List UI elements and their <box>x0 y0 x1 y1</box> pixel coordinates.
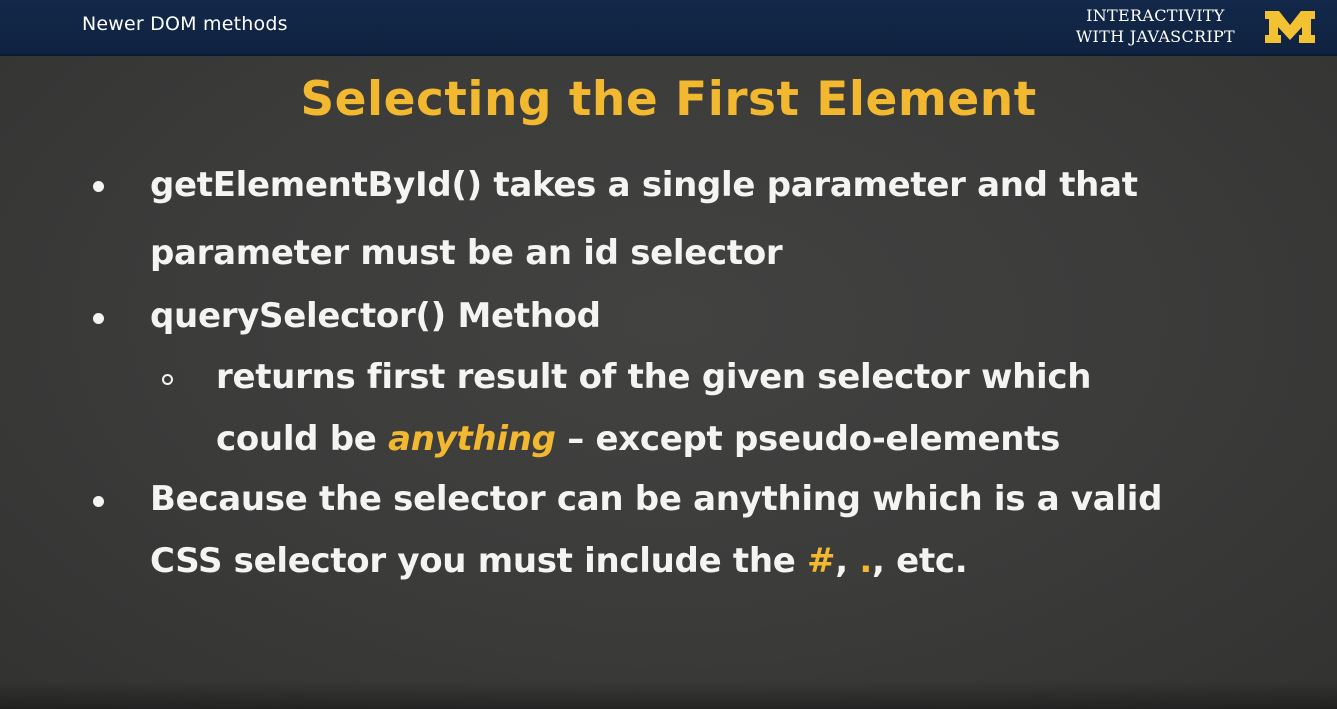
bullet-2-line1: querySelector() Method <box>150 296 601 336</box>
sub-bullet-line2-after: – except pseudo-elements <box>555 419 1061 459</box>
slide-title: Selecting the First Element <box>300 72 1037 127</box>
university-logo <box>1265 11 1315 43</box>
bullet-3-line2: CSS selector you must include the #, ., … <box>150 541 968 581</box>
bullet-1-line1: getElementById() takes a single paramete… <box>150 165 1138 205</box>
bullet-3-line2-after: , etc. <box>872 541 968 581</box>
bullet-2-marker <box>93 313 104 324</box>
course-title-line1: INTERACTIVITY <box>1086 6 1225 25</box>
comma-separator: , <box>835 541 860 581</box>
block-m-logo-icon <box>1265 11 1315 43</box>
course-title-line2: WITH JAVASCRIPT <box>1075 27 1235 46</box>
bullet-1-marker <box>93 181 104 192</box>
sub-bullet-line1: returns first result of the given select… <box>216 357 1092 397</box>
sub-bullet-line2: could be anything – except pseudo-elemen… <box>216 419 1060 459</box>
dot-symbol: . <box>859 541 873 581</box>
section-title: Newer DOM methods <box>82 13 288 35</box>
sub-bullet-line2-before: could be <box>216 419 389 459</box>
bullet-3-line1: Because the selector can be anything whi… <box>150 479 1163 519</box>
bottom-shade <box>0 681 1337 709</box>
emphasis-anything: anything <box>388 419 556 459</box>
bullet-3-marker <box>93 496 104 507</box>
header-bar: Newer DOM methods INTERACTIVITY WITH JAV… <box>0 0 1337 56</box>
bullet-1-line2: parameter must be an id selector <box>150 233 783 273</box>
course-title: INTERACTIVITY WITH JAVASCRIPT <box>1076 5 1235 47</box>
hash-symbol: # <box>807 541 836 581</box>
sub-bullet-marker <box>162 374 173 385</box>
bullet-3-line2-before: CSS selector you must include the <box>150 541 808 581</box>
slide: Newer DOM methods INTERACTIVITY WITH JAV… <box>0 0 1337 709</box>
